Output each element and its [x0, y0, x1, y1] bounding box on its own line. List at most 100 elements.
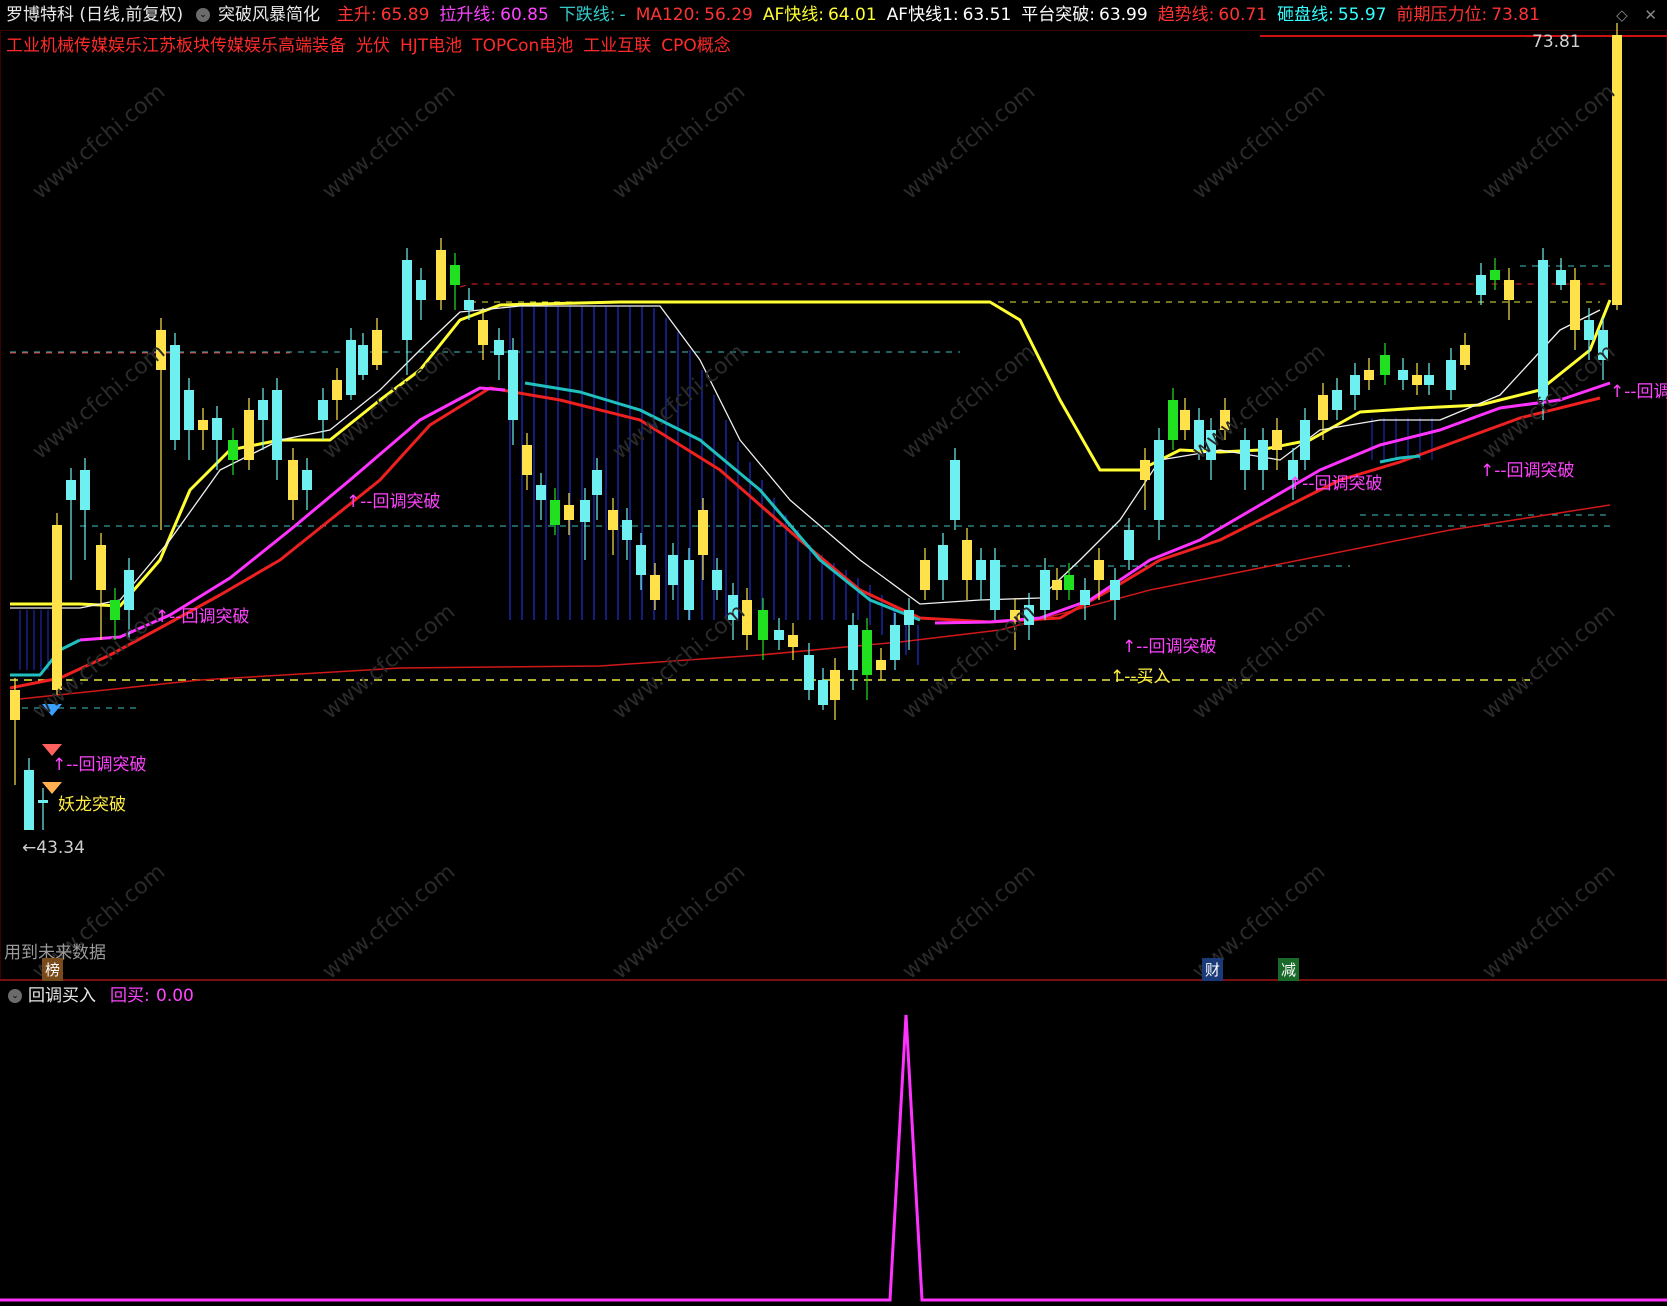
watermark-text: www.cfchi.com [1478, 79, 1620, 204]
watermark-text: www.cfchi.com [1478, 599, 1620, 724]
candle-body [774, 630, 784, 640]
candle-body [1584, 320, 1594, 340]
candle-body [96, 545, 106, 590]
main-panel-border [0, 30, 1667, 981]
pullback-buy-line [0, 1014, 1667, 1302]
watermark-text: www.cfchi.com [1478, 339, 1620, 464]
candle-body [38, 800, 48, 803]
watermark-text: www.cfchi.com [898, 339, 1040, 464]
candle-body [580, 500, 590, 522]
candle-body [1504, 280, 1514, 300]
high-price-label: 73.81 [1532, 32, 1581, 52]
candle-body [564, 505, 574, 520]
jian-marker[interactable]: 减 [1278, 958, 1300, 981]
watermark-text: www.cfchi.com [318, 599, 460, 724]
candle-body [848, 625, 858, 670]
sub-dropdown-icon[interactable]: ⌄ [8, 989, 22, 1003]
candle-body [302, 470, 312, 490]
candle-body [1300, 420, 1310, 460]
watermark-text: www.cfchi.com [898, 79, 1040, 204]
watermark-text: www.cfchi.com [318, 79, 460, 204]
candle-body [346, 340, 356, 395]
candle-body [920, 560, 930, 590]
candle-body [1612, 35, 1622, 305]
main-chart[interactable]: www.cfchi.com www.cfchi.com www.cfchi.com w… [0, 0, 1667, 1306]
pullback-signal-label: ↑--回调突破 [1288, 474, 1383, 494]
candle-body [1476, 275, 1486, 295]
candle-body [862, 630, 872, 675]
candle-body [10, 690, 20, 720]
pullback-signal-label: ↑--回调突破 [1480, 461, 1575, 481]
candle-body [830, 670, 840, 700]
candle-body [1398, 370, 1408, 380]
buy-signal-label: ↑--买入 [1110, 667, 1171, 687]
candle-body [494, 340, 504, 355]
candle-body [684, 560, 694, 610]
candle-body [876, 660, 886, 670]
candle-body [636, 545, 646, 575]
candle-body [650, 575, 660, 600]
candle-body [52, 525, 62, 690]
cai-marker[interactable]: 财 [1202, 958, 1224, 981]
candle-body [890, 625, 900, 660]
candle-body [416, 280, 426, 300]
level-line [459, 283, 1610, 288]
candle-body [1240, 440, 1250, 470]
candle-body [904, 610, 914, 625]
candle-body [258, 400, 268, 420]
candle-body [1332, 390, 1342, 410]
candle-body [1180, 410, 1190, 430]
candle-body [536, 485, 546, 500]
candle-body [1318, 395, 1328, 420]
candle-body [464, 300, 474, 310]
candle-body [450, 265, 460, 285]
sub-panel-name[interactable]: 回调买入 [28, 982, 96, 1010]
candle-body [372, 330, 382, 365]
watermark-text: www.cfchi.com [608, 79, 750, 204]
candle-body [80, 470, 90, 510]
candle-body [478, 320, 488, 345]
candle-body [1490, 270, 1500, 280]
watermark-text: www.cfchi.com [318, 859, 460, 984]
candle-body [622, 520, 632, 540]
sub-panel-value-label: 回买: [110, 986, 150, 1006]
candle-body [244, 410, 254, 460]
watermark-text: www.cfchi.com [608, 599, 750, 724]
pullback-signal-label: ↑--回调突破 [346, 492, 441, 512]
candle-body [522, 445, 532, 475]
candle-body [358, 345, 368, 375]
candle-body [1064, 575, 1074, 590]
candle-body [402, 260, 412, 340]
candle-body [990, 560, 1000, 610]
candle-body [1168, 400, 1178, 440]
candle-body [1080, 590, 1090, 605]
low-price-label: ←43.34 [22, 838, 85, 858]
candle-body [1460, 345, 1470, 365]
watermark-text: www.cfchi.com [1188, 79, 1330, 204]
pullback-signal-label: ↑--回调突破 [155, 607, 250, 627]
candle-body [124, 570, 134, 610]
candle-body [1124, 530, 1134, 560]
watermark-text: www.cfchi.com [1478, 859, 1620, 984]
candle-body [184, 390, 194, 430]
watermark-text: www.cfchi.com [28, 339, 170, 464]
candle-body [110, 600, 120, 620]
candle-body [550, 500, 560, 525]
candle-body [1446, 360, 1456, 390]
candle-body [1556, 270, 1566, 285]
candle-body [1154, 440, 1164, 520]
candle-body [818, 680, 828, 705]
candle-body [1140, 460, 1150, 480]
watermark-text: www.cfchi.com [898, 859, 1040, 984]
candle-body [592, 470, 602, 495]
candle-body [668, 555, 678, 585]
candle-body [1570, 280, 1580, 330]
candle-body [938, 545, 948, 580]
candle-body [1424, 375, 1434, 385]
bang-marker[interactable]: 榜 [42, 958, 64, 981]
candle-body [788, 635, 798, 647]
candle-body [712, 570, 722, 590]
candle-body [332, 380, 342, 400]
candle-body [228, 440, 238, 460]
candle-body [698, 510, 708, 555]
